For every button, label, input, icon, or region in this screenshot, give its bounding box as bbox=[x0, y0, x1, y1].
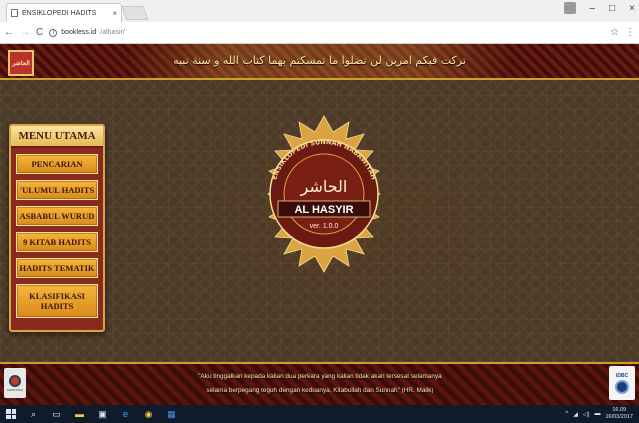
menu-item-9-kitab-hadits[interactable]: 9 KITAB HADITS bbox=[16, 232, 98, 252]
search-icon[interactable]: ⌕ bbox=[28, 409, 39, 420]
menu-title: MENU UTAMA bbox=[11, 126, 103, 148]
clock-time: 16.09 bbox=[612, 407, 627, 413]
url-host: bookless.id bbox=[61, 29, 97, 36]
emblem-app-name: AL HASYIR bbox=[294, 204, 353, 216]
browser-menu-icon[interactable]: ⋮ bbox=[625, 27, 635, 38]
emblem-version: ver. 1.0.0 bbox=[310, 223, 339, 230]
file-explorer-icon[interactable]: ▬ bbox=[74, 409, 85, 420]
network-icon[interactable]: ◢ bbox=[573, 411, 578, 418]
header-band: الحاشر تركت فيكم امرين لن تضلوا ما تمسكت… bbox=[0, 44, 639, 80]
profile-icon[interactable] bbox=[563, 2, 576, 14]
info-icon[interactable]: i bbox=[49, 28, 58, 37]
browser-tab[interactable]: ENSIKLOPEDI HADITS × bbox=[6, 3, 122, 22]
close-button[interactable]: × bbox=[629, 3, 635, 14]
tab-close-icon[interactable]: × bbox=[112, 9, 117, 18]
maximize-button[interactable]: □ bbox=[609, 3, 615, 14]
clock-date: 16/03/2017 bbox=[605, 414, 633, 420]
address-bar: ← → C i bookless.id/alhasir/ ☆ ⋮ bbox=[0, 22, 639, 44]
main-menu: MENU UTAMA PENCARIAN 'ULUMUL HADITS ASBA… bbox=[9, 124, 105, 332]
left-logo-label: ALMUSTAQ bbox=[6, 387, 24, 392]
browser-tab-bar: ENSIKLOPEDI HADITS × – □ × bbox=[0, 0, 639, 22]
minimize-button[interactable]: – bbox=[590, 3, 596, 14]
menu-item-asbabul-wurud[interactable]: ASBABUL WURUD bbox=[16, 206, 98, 226]
footer-quote-line2: selama berpegang teguh dengan keduanya, … bbox=[206, 387, 434, 394]
chrome-icon[interactable]: ◉ bbox=[143, 409, 154, 420]
reload-icon[interactable]: C bbox=[36, 27, 43, 38]
footer-quote: "Aku tinggalkan kepada kalian dua perkar… bbox=[170, 370, 470, 398]
right-logo: iDBC bbox=[609, 366, 635, 400]
menu-item-pencarian[interactable]: PENCARIAN bbox=[16, 154, 98, 174]
page-icon bbox=[11, 9, 18, 17]
bookmark-star-icon[interactable]: ☆ bbox=[610, 27, 619, 38]
window-controls: – □ × bbox=[563, 2, 635, 14]
menu-item-klasifikasi-hadits[interactable]: KLASIFIKASI HADITS bbox=[16, 284, 98, 318]
footer-band: ALMUSTAQ "Aku tinggalkan kepada kalian d… bbox=[0, 362, 639, 405]
right-logo-mark bbox=[615, 379, 629, 394]
footer-quote-line1: "Aku tinggalkan kepada kalian dua perkar… bbox=[198, 373, 442, 380]
left-logo-mark bbox=[9, 374, 21, 387]
emblem-arabic-name: الحاشر bbox=[300, 177, 348, 197]
app-canvas: الحاشر تركت فيكم امرين لن تضلوا ما تمسكت… bbox=[0, 44, 639, 405]
system-tray: ^ ◢ ◁) ▬ 16.09 16/03/2017 bbox=[565, 407, 633, 421]
new-tab-button[interactable] bbox=[121, 6, 149, 20]
app-emblem: ENSIKLOPEDI SUNNAH NABAWIYAH الحاشر AL H… bbox=[267, 115, 381, 273]
tab-title: ENSIKLOPEDI HADITS bbox=[22, 9, 97, 17]
store-icon[interactable]: ▣ bbox=[97, 409, 108, 420]
taskbar: ⌕ ▭ ▬ ▣ e ◉ ▦ ^ ◢ ◁) ▬ 16.09 16/03/2017 bbox=[0, 405, 639, 423]
notification-icon[interactable]: ▬ bbox=[594, 411, 600, 417]
back-arrow-icon[interactable]: ← bbox=[4, 27, 14, 38]
word-icon[interactable]: ▦ bbox=[166, 409, 177, 420]
right-logo-label: iDBC bbox=[615, 372, 629, 379]
forward-arrow-icon[interactable]: → bbox=[20, 27, 30, 38]
volume-icon[interactable]: ◁) bbox=[583, 411, 590, 418]
left-logo: ALMUSTAQ bbox=[4, 368, 26, 398]
menu-list: PENCARIAN 'ULUMUL HADITS ASBABUL WURUD 9… bbox=[11, 148, 103, 324]
menu-item-hadits-tematik[interactable]: HADITS TEMATIK bbox=[16, 258, 98, 278]
task-view-icon[interactable]: ▭ bbox=[51, 409, 62, 420]
chevron-up-icon[interactable]: ^ bbox=[565, 411, 568, 417]
header-arabic-text: تركت فيكم امرين لن تضلوا ما تمسكتم بهما … bbox=[173, 54, 466, 67]
taskbar-clock[interactable]: 16.09 16/03/2017 bbox=[605, 407, 633, 421]
windows-start-icon[interactable] bbox=[6, 409, 16, 419]
menu-item-ulumul-hadits[interactable]: 'ULUMUL HADITS bbox=[16, 180, 98, 200]
url-path: /alhasir/ bbox=[100, 29, 125, 36]
url-input[interactable]: i bookless.id/alhasir/ bbox=[49, 25, 604, 41]
edge-icon[interactable]: e bbox=[120, 409, 131, 420]
